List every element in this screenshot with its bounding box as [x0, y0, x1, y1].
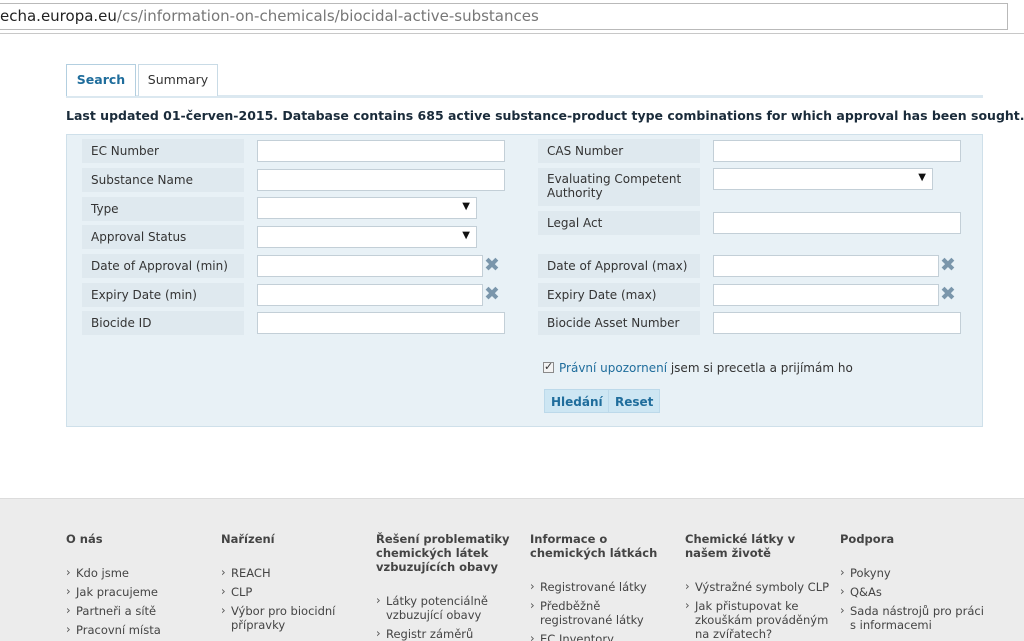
- clear-date-icon[interactable]: ✖: [484, 256, 500, 275]
- biocide-asset-label: Biocide Asset Number: [538, 311, 700, 335]
- date-approval-min-input[interactable]: [257, 255, 483, 277]
- evaluating-authority-line2: Authority: [547, 186, 603, 200]
- reset-button[interactable]: Reset: [608, 389, 661, 413]
- footer-link[interactable]: Výbor pro biocidní přípravky: [221, 603, 371, 632]
- expiry-min-input[interactable]: [257, 284, 483, 306]
- footer-column-about: O nás Kdo jsme Jak pracujeme Partneři a …: [66, 532, 216, 641]
- clear-date-icon[interactable]: ✖: [940, 285, 956, 304]
- biocide-id-label: Biocide ID: [82, 311, 244, 335]
- footer-link[interactable]: Registrované látky: [530, 579, 675, 594]
- ec-number-input[interactable]: [257, 140, 505, 162]
- footer-column-substances-concern: Řešení problematiky chemických látek vzb…: [376, 532, 516, 641]
- clear-date-icon[interactable]: ✖: [484, 285, 500, 304]
- footer-heading: Chemické látky v našem životě: [685, 532, 796, 560]
- expiry-max-label: Expiry Date (max): [538, 283, 700, 307]
- footer-link[interactable]: Sada nástrojů pro práci s informacemi: [840, 603, 990, 632]
- substance-name-input[interactable]: [257, 169, 505, 191]
- footer-link[interactable]: Jak přistupovat ke zkouškám prováděným n…: [685, 598, 833, 641]
- footer-link[interactable]: REACH: [221, 565, 371, 580]
- tab-summary[interactable]: Summary: [138, 64, 218, 96]
- footer-heading: Informace o chemických látkách: [530, 532, 658, 560]
- footer-heading: Řešení problematiky chemických látek vzb…: [376, 532, 510, 574]
- legal-notice-link[interactable]: Právní upozornení: [559, 361, 667, 375]
- legal-notice-agreement: Právní upozornení jsem si precetla a pri…: [543, 360, 853, 375]
- footer-column-support: Podpora Pokyny Q&As Sada nástrojů pro pr…: [840, 532, 990, 637]
- agree-text: jsem si precetla a prijímám ho: [667, 361, 853, 375]
- evaluating-authority-line1: Evaluating Competent: [547, 172, 682, 186]
- legal-act-input[interactable]: [713, 212, 961, 234]
- footer-link[interactable]: Partneři a sítě: [66, 603, 216, 618]
- last-updated-text: Last updated 01-červen-2015. Database co…: [66, 108, 1024, 123]
- approval-status-select[interactable]: ▼: [257, 226, 477, 248]
- biocide-id-input[interactable]: [257, 312, 505, 334]
- footer-link[interactable]: Q&As: [840, 584, 990, 599]
- footer-link[interactable]: Předběžně registrované látky: [530, 598, 675, 627]
- legal-act-label: Legal Act: [538, 211, 700, 235]
- url-domain: echa.europa.eu: [0, 7, 117, 25]
- tab-bar: Search Summary: [66, 64, 983, 98]
- date-approval-max-input[interactable]: [713, 255, 939, 277]
- biocide-asset-input[interactable]: [713, 312, 961, 334]
- dropdown-arrow-icon: ▼: [918, 172, 926, 183]
- date-approval-min-label: Date of Approval (min): [82, 254, 244, 278]
- agree-checkbox[interactable]: [543, 360, 554, 373]
- tab-search[interactable]: Search: [66, 64, 136, 96]
- footer-heading: Podpora: [840, 532, 895, 546]
- approval-status-label: Approval Status: [82, 225, 244, 249]
- clear-date-icon[interactable]: ✖: [940, 256, 956, 275]
- url-text[interactable]: echa.europa.eu/cs/information-on-chemica…: [0, 3, 1008, 30]
- date-approval-max-label: Date of Approval (max): [538, 254, 700, 278]
- site-footer: O nás Kdo jsme Jak pracujeme Partneři a …: [0, 498, 1024, 641]
- dropdown-arrow-icon: ▼: [462, 201, 470, 212]
- substance-name-label: Substance Name: [82, 168, 244, 192]
- footer-heading: Nařízení: [221, 532, 275, 546]
- expiry-max-input[interactable]: [713, 284, 939, 306]
- cas-number-label: CAS Number: [538, 139, 700, 163]
- expiry-min-label: Expiry Date (min): [82, 283, 244, 307]
- search-button[interactable]: Hledání: [544, 389, 610, 413]
- dropdown-arrow-icon: ▼: [462, 230, 470, 241]
- footer-column-chemicals-life: Chemické látky v našem životě Výstražné …: [685, 532, 833, 641]
- footer-link[interactable]: Kdo jsme: [66, 565, 216, 580]
- url-path: /cs/information-on-chemicals/biocidal-ac…: [116, 7, 539, 25]
- footer-column-regulations: Nařízení REACH CLP Výbor pro biocidní př…: [221, 532, 371, 637]
- type-select[interactable]: ▼: [257, 197, 477, 219]
- evaluating-authority-label: Evaluating Competent Authority: [538, 168, 700, 206]
- footer-link[interactable]: Jak pracujeme: [66, 584, 216, 599]
- type-label: Type: [82, 197, 244, 221]
- cas-number-input[interactable]: [713, 140, 961, 162]
- footer-link[interactable]: Látky potenciálně vzbuzující obavy: [376, 593, 516, 622]
- evaluating-authority-select[interactable]: ▼: [713, 168, 933, 190]
- footer-link[interactable]: Pracovní místa: [66, 622, 216, 637]
- ec-number-label: EC Number: [82, 139, 244, 163]
- footer-link[interactable]: Pokyny: [840, 565, 990, 580]
- footer-link[interactable]: Výstražné symboly CLP: [685, 579, 833, 594]
- footer-link[interactable]: Registr záměrů: [376, 626, 516, 641]
- footer-heading: O nás: [66, 532, 103, 546]
- footer-link[interactable]: EC Inventory: [530, 631, 675, 641]
- address-bar[interactable]: echa.europa.eu/cs/information-on-chemica…: [0, 0, 1024, 34]
- footer-link[interactable]: CLP: [221, 584, 371, 599]
- footer-column-chemicals-info: Informace o chemických látkách Registrov…: [530, 532, 675, 641]
